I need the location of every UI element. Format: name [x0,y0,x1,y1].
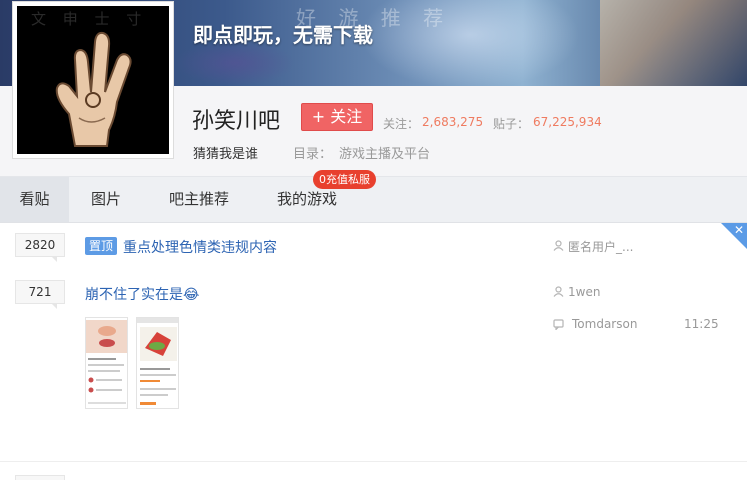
thread-thumbnail[interactable] [85,317,128,409]
user-icon [553,286,564,297]
laugh-emoji: 😂 [183,287,200,303]
tab-recommended[interactable]: 吧主推荐 [156,177,242,222]
tab-promo-badge[interactable]: 0充值私服 [313,170,376,189]
thread-list: ✕ 2820 置顶 重点处理色情类违规内容 匿名用户_... 721 崩不住了实… [0,223,747,480]
thumbnail-image [137,318,178,408]
forum-name[interactable]: 孙笑川吧 [192,103,280,135]
directory-label: 目录： [293,147,333,162]
followers-label: 关注： [383,117,420,131]
posts-label: 贴子： [493,117,530,131]
thumbnail-image [86,318,127,408]
reply-count [15,475,65,480]
follow-button[interactable]: + 关注 [301,103,373,131]
thread-author[interactable]: 匿名用户_... [568,238,633,255]
last-reply-time: 11:25 [684,317,719,331]
pinned-badge: 置顶 [85,237,118,255]
posts-count: 67,225,934 [533,115,602,129]
reply-icon [553,319,564,330]
forum-avatar[interactable]: 文 申 士 寸 [12,1,174,159]
thread-title[interactable]: 重点处理色情类违规内容 [123,237,277,257]
thread-title[interactable]: 崩不住了实在是😂 [85,284,199,304]
avatar: 文 申 士 寸 [17,6,169,154]
last-reply-user[interactable]: Tomdarson [572,317,637,331]
thread-title-text: 崩不住了实在是 [85,287,183,303]
banner-decoration [600,0,747,86]
banner-headline: 即点即玩，无需下载 [193,23,373,47]
reply-count: 2820 [15,233,65,262]
tab-images[interactable]: 图片 [78,177,134,222]
hand-gesture-image [55,31,132,147]
forum-page: 好 游 推 荐 即点即玩，无需下载 文 申 士 寸 孙笑川吧 + 关注 关注： … [0,0,747,480]
directory-link[interactable]: 游戏主播及平台 [339,143,430,162]
list-divider [0,461,747,462]
close-icon[interactable]: ✕ [734,223,744,237]
reply-count: 721 [15,280,65,309]
thread-thumbnail[interactable] [136,317,179,409]
tab-posts[interactable]: 看贴 [0,177,69,222]
thread-author[interactable]: 1wen [568,285,600,299]
forum-slogan: 猜猜我是谁 [193,147,259,162]
user-icon [553,240,564,251]
followers-count: 2,683,275 [422,115,484,129]
